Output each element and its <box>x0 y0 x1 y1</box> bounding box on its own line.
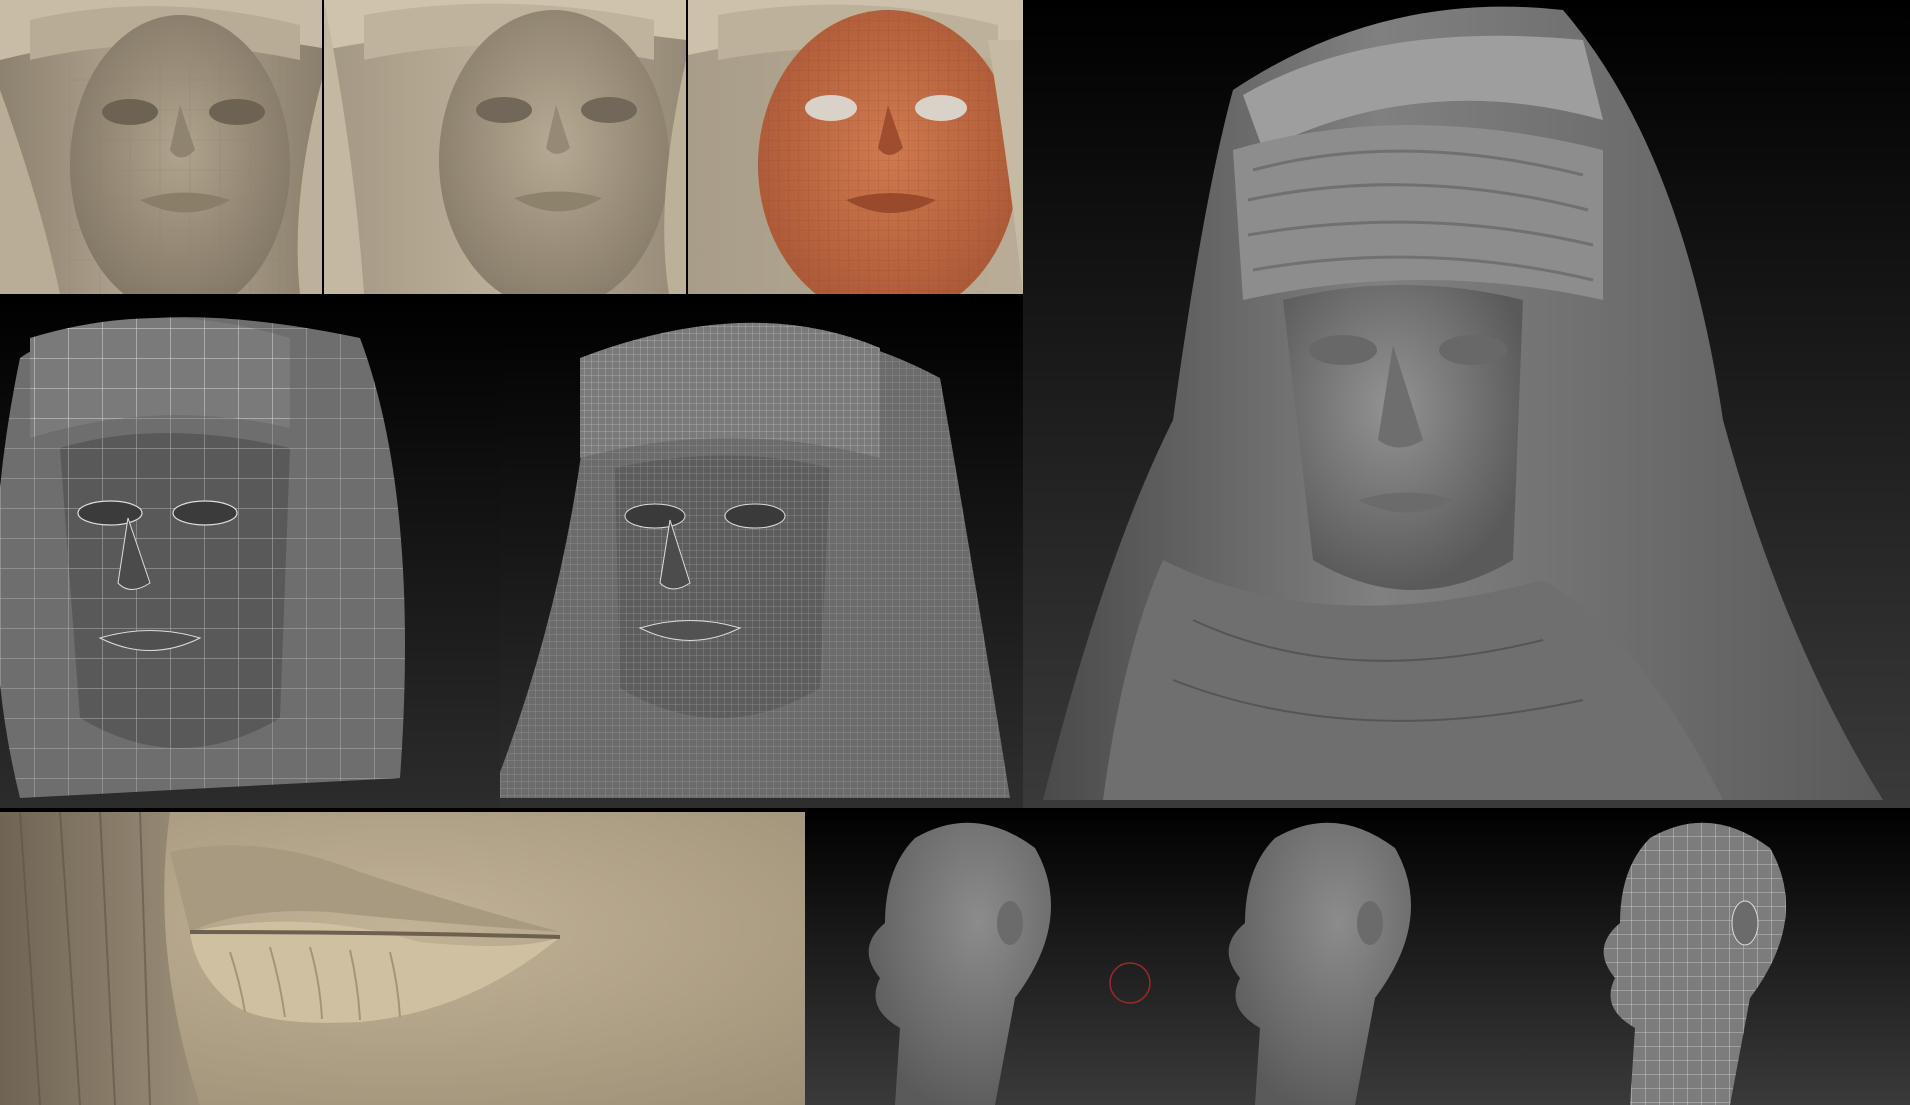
wireframe-low-poly-illustration <box>0 298 500 808</box>
front-face-panel-smooth <box>324 0 686 294</box>
front-face-panel-polypaint <box>688 0 1023 294</box>
front-face-panel-lowres <box>0 0 322 294</box>
head-profiles-illustration <box>805 808 1910 1105</box>
front-face-lowres-illustration <box>0 0 322 294</box>
front-face-smooth-illustration <box>324 0 686 294</box>
wireframe-panel-high-poly <box>500 298 1023 808</box>
hero-sculpt-illustration <box>1023 0 1910 808</box>
head-profiles-panel <box>805 808 1910 1105</box>
lips-closeup-panel <box>0 812 805 1105</box>
wireframe-high-poly-illustration <box>500 298 1023 808</box>
lips-closeup-illustration <box>0 812 805 1105</box>
wireframe-panel-low-poly <box>0 298 500 808</box>
hero-sculpt-panel <box>1023 0 1910 808</box>
front-face-polypaint-illustration <box>688 0 1023 294</box>
